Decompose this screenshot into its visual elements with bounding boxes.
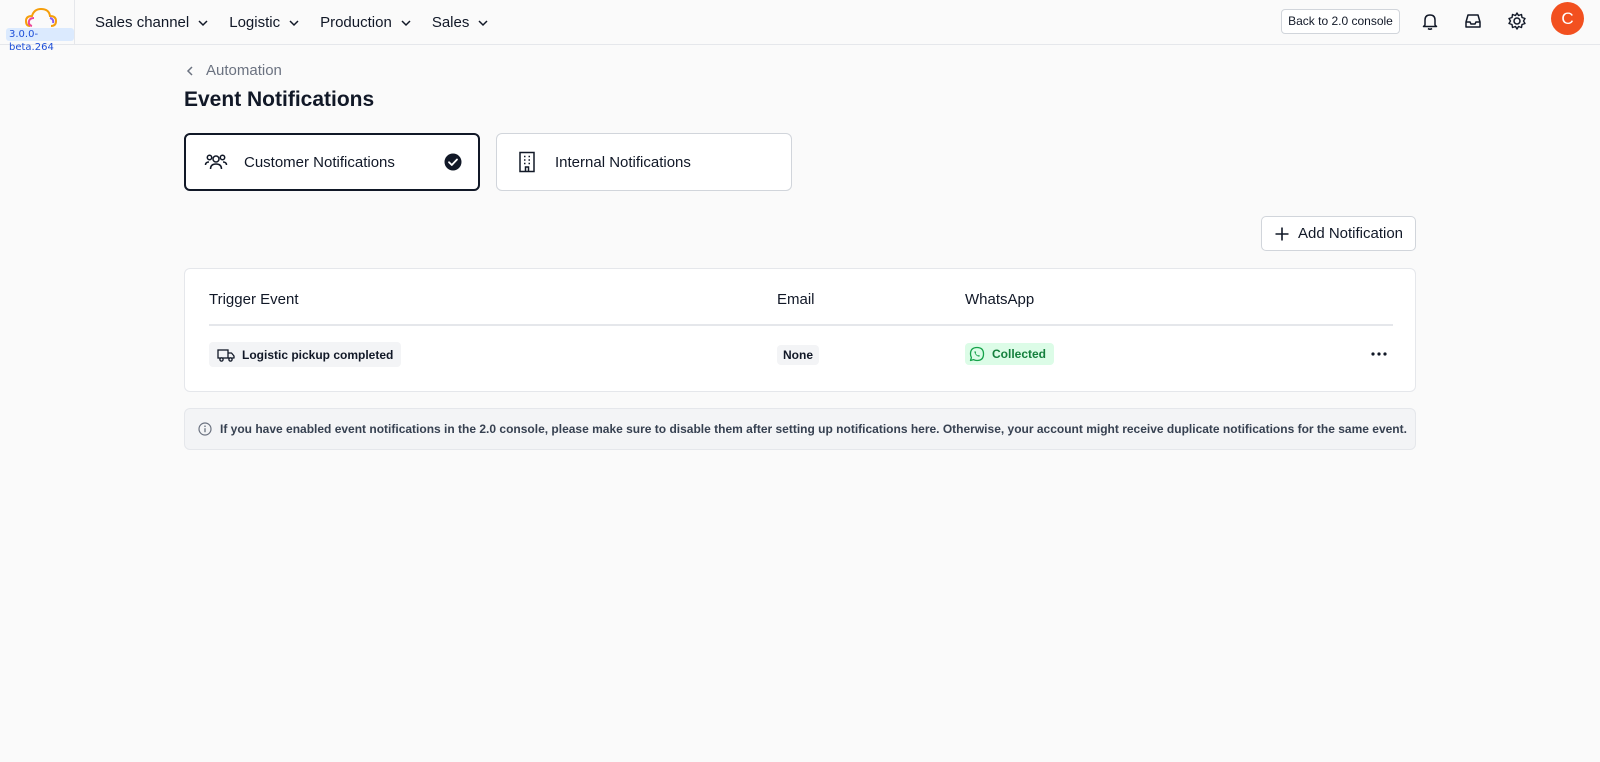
check-circle-icon [444,153,462,171]
trigger-event-tag: Logistic pickup completed [209,342,402,367]
email-status-badge: None [777,345,819,365]
whatsapp-icon [969,346,985,362]
nav-label: Logistic [229,14,281,31]
gear-icon[interactable] [1507,11,1527,31]
whatsapp-status-badge: Collected [965,343,1055,365]
nav-label: Sales channel [95,14,190,31]
chevron-down-icon [198,19,208,26]
inbox-icon[interactable] [1463,11,1483,31]
page-title: Event Notifications [184,88,375,111]
back-to-console-button[interactable]: Back to 2.0 console [1281,9,1400,34]
chevron-down-icon [478,19,488,26]
chevron-left-icon [186,65,193,76]
more-horizontal-icon [1371,352,1387,356]
breadcrumb[interactable]: Automation [184,62,282,79]
trigger-event-label: Logistic pickup completed [242,347,394,362]
tab-label: Customer Notifications [244,153,395,171]
column-header-trigger-event: Trigger Event [209,291,299,308]
top-bar: 3.0.0-beta.264 Sales channel Logistic Pr… [0,0,1600,53]
nav-production[interactable]: Production [320,14,412,31]
tab-customer-notifications[interactable]: Customer Notifications [184,133,480,191]
logo-area[interactable]: 3.0.0-beta.264 [0,0,75,53]
info-banner-text: If you have enabled event notifications … [220,422,1407,436]
breadcrumb-label: Automation [206,62,282,79]
chevron-down-icon [401,19,411,26]
nav-label: Sales [431,14,470,31]
version-badge: 3.0.0-beta.264 [6,28,74,53]
nav-logistic[interactable]: Logistic [229,14,300,31]
add-notification-label: Add Notification [1297,225,1404,242]
header-divider [209,324,1393,326]
info-icon [198,422,212,436]
tab-label: Internal Notifications [555,153,691,171]
whatsapp-status-label: Collected [992,347,1047,361]
column-header-whatsapp: WhatsApp [965,291,1035,308]
more-actions-button[interactable] [1367,344,1391,364]
notifications-table: Trigger Event Email WhatsApp Logistic pi… [184,268,1416,392]
truck-icon [217,348,235,362]
building-icon [519,151,535,173]
cloud-logo-icon [24,7,58,27]
info-banner: If you have enabled event notifications … [184,408,1416,450]
nav-sales[interactable]: Sales [432,14,490,31]
avatar[interactable]: C [1551,2,1584,35]
chevron-down-icon [289,19,299,26]
add-notification-button[interactable]: Add Notification [1261,216,1416,251]
plus-icon [1275,227,1289,240]
people-icon [204,154,228,170]
tab-internal-notifications[interactable]: Internal Notifications [496,133,792,191]
nav-sales-channel[interactable]: Sales channel [95,14,209,31]
nav-label: Production [320,14,392,31]
bell-icon[interactable] [1420,11,1440,31]
column-header-email: Email [777,291,815,308]
main-nav: Sales channel Logistic Production Sales [95,0,509,45]
